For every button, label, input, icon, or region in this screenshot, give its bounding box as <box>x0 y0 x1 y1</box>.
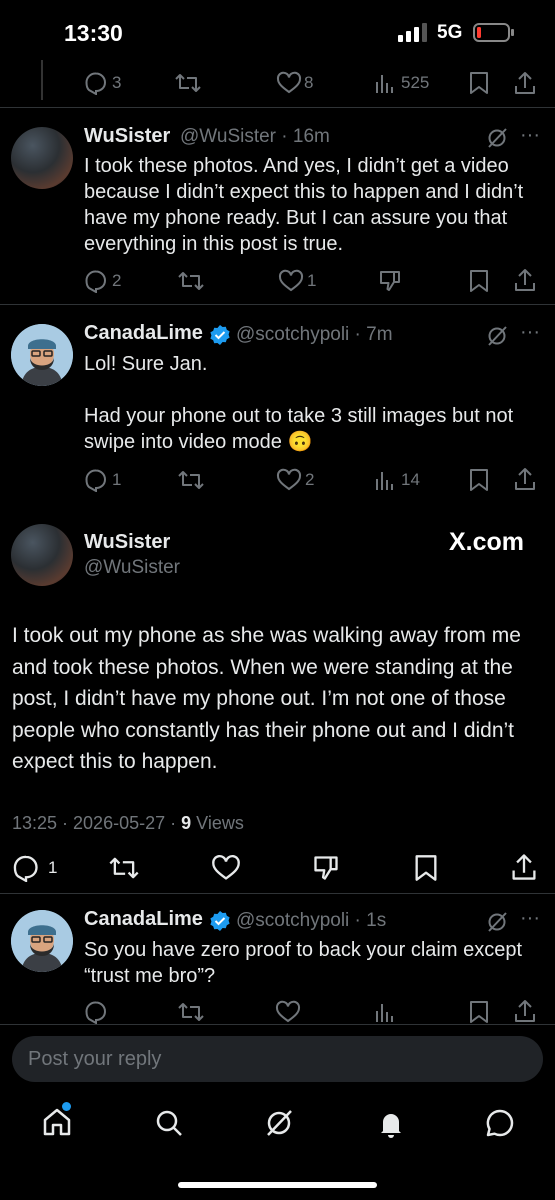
reply-icon[interactable] <box>84 269 108 293</box>
views-count: 14 <box>401 470 420 489</box>
separator: · <box>349 324 367 345</box>
like-icon[interactable] <box>276 468 302 492</box>
thread-line <box>41 60 43 100</box>
repost-icon[interactable] <box>108 854 140 882</box>
views-count: 525 <box>401 73 430 92</box>
downvote-icon[interactable] <box>312 854 340 882</box>
like-icon[interactable] <box>211 854 241 882</box>
signal-icon <box>398 22 430 42</box>
battery-icon <box>473 22 515 44</box>
handle-text: @scotchypoli <box>236 324 350 345</box>
separator: · <box>276 126 293 147</box>
views-icon[interactable] <box>374 469 396 491</box>
share-icon[interactable] <box>513 466 537 492</box>
avatar[interactable] <box>11 127 73 189</box>
repost-icon[interactable] <box>174 71 202 95</box>
share-icon[interactable] <box>513 267 537 293</box>
bookmark-icon[interactable] <box>468 71 490 95</box>
reply-count: 1 <box>48 858 58 877</box>
post-timestamp: 13:25 · 2026-05-27 · <box>12 813 182 833</box>
avatar[interactable] <box>11 910 73 972</box>
repost-icon[interactable] <box>177 1000 205 1024</box>
bookmark-icon[interactable] <box>468 269 490 293</box>
grok-icon[interactable] <box>485 910 509 934</box>
post-time: 7m <box>366 324 393 345</box>
handle-text: @WuSister <box>180 126 277 147</box>
search-icon[interactable] <box>153 1107 185 1139</box>
like-icon[interactable] <box>275 1000 301 1024</box>
separator: · <box>349 910 367 931</box>
post-metadata: 13:25 · 2026-05-27 · 9 Views <box>12 813 244 834</box>
grok-icon[interactable] <box>485 324 509 348</box>
verified-badge-icon <box>209 324 231 346</box>
reply-icon[interactable] <box>84 1000 108 1024</box>
views-label: Views <box>191 813 244 833</box>
bookmark-icon[interactable] <box>468 468 490 492</box>
like-count: 1 <box>307 271 317 290</box>
notifications-icon[interactable] <box>375 1107 407 1139</box>
handle-text: @scotchypoli <box>236 910 350 931</box>
divider <box>0 107 555 108</box>
status-time: 13:30 <box>64 20 123 46</box>
reply-count: 1 <box>112 470 122 489</box>
author-name[interactable]: CanadaLime <box>84 908 203 931</box>
views-count: 9 <box>181 813 192 833</box>
like-icon[interactable] <box>276 71 302 95</box>
more-icon[interactable]: ··· <box>520 124 540 147</box>
author-name[interactable]: WuSister <box>84 125 170 148</box>
avatar[interactable] <box>11 524 73 586</box>
grok-icon[interactable] <box>263 1107 295 1139</box>
like-count: 8 <box>304 73 314 92</box>
post-time: 1s <box>366 910 387 931</box>
divider <box>0 304 555 305</box>
reply-count: 2 <box>112 271 122 290</box>
repost-icon[interactable] <box>177 269 205 293</box>
post-text: So you have zero proof to back your clai… <box>84 939 523 987</box>
author-name[interactable]: WuSister <box>84 531 170 554</box>
home-icon[interactable] <box>41 1102 73 1138</box>
downvote-icon[interactable] <box>378 269 402 293</box>
post-text: Lol! Sure Jan. <box>84 353 208 375</box>
reply-count: 3 <box>112 73 122 92</box>
post-time: 16m <box>292 126 330 147</box>
views-icon[interactable] <box>374 1001 396 1023</box>
author-handle[interactable]: @scotchypoli · 1s <box>236 910 386 932</box>
like-icon[interactable] <box>278 269 304 293</box>
main-post-text: I took out my phone as she was walking a… <box>12 624 521 773</box>
more-icon[interactable]: ··· <box>520 907 540 930</box>
brand-watermark: X.com <box>449 528 525 556</box>
notification-dot <box>62 1102 71 1111</box>
share-icon[interactable] <box>513 70 537 96</box>
more-icon[interactable]: ··· <box>520 321 540 344</box>
avatar[interactable] <box>11 324 73 386</box>
like-count: 2 <box>305 470 315 489</box>
reply-icon[interactable] <box>12 854 40 882</box>
messages-icon[interactable] <box>484 1107 516 1139</box>
views-icon[interactable] <box>374 72 396 94</box>
reply-icon[interactable] <box>84 468 108 492</box>
post-text: I took these photos. And yes, I didn’t g… <box>84 155 524 255</box>
network-label: 5G <box>437 22 463 43</box>
divider <box>0 1024 555 1025</box>
author-handle[interactable]: @WuSister <box>84 557 180 579</box>
bookmark-icon[interactable] <box>413 854 439 882</box>
post-text-continued: Had your phone out to take 3 still image… <box>84 405 514 453</box>
author-handle[interactable]: @scotchypoli · 7m <box>236 324 393 346</box>
share-icon[interactable] <box>513 998 537 1024</box>
verified-badge-icon <box>209 910 231 932</box>
share-icon[interactable] <box>510 852 538 882</box>
bookmark-icon[interactable] <box>468 1000 490 1024</box>
divider <box>0 893 555 894</box>
reply-input[interactable] <box>12 1036 543 1082</box>
author-name[interactable]: CanadaLime <box>84 322 203 345</box>
grok-icon[interactable] <box>485 126 509 150</box>
repost-icon[interactable] <box>177 468 205 492</box>
home-indicator <box>178 1182 377 1188</box>
author-handle[interactable]: @WuSister · 16m <box>180 126 330 148</box>
reply-icon[interactable] <box>84 71 108 95</box>
